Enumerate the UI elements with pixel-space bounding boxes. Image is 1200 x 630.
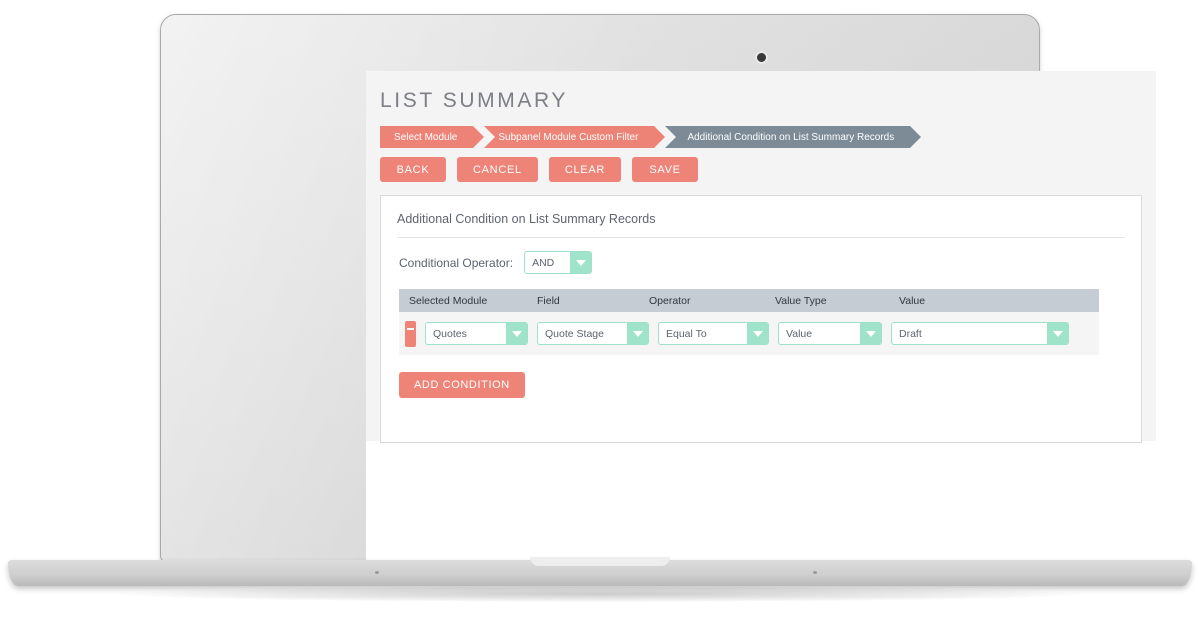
- conditional-operator-label: Conditional Operator:: [399, 255, 514, 270]
- field-value: Quote Stage: [545, 327, 604, 340]
- chevron-down-icon: [1047, 323, 1068, 344]
- laptop-base-notch: [530, 557, 670, 566]
- laptop-drop-shadow: [120, 586, 1080, 602]
- operator-value: Equal To: [666, 327, 707, 340]
- chevron-down-icon: [506, 323, 527, 344]
- column-header-operator: Operator: [649, 294, 691, 307]
- laptop-mockup: LIST SUMMARY Select Module Subpanel Modu…: [0, 0, 1200, 630]
- breadcrumb-step-label: Additional Condition on List Summary Rec…: [687, 131, 895, 143]
- breadcrumb-step-additional-condition[interactable]: Additional Condition on List Summary Rec…: [665, 126, 922, 148]
- remove-condition-button[interactable]: [405, 320, 416, 347]
- breadcrumb-step-label: Select Module: [394, 131, 458, 143]
- breadcrumb: Select Module Subpanel Module Custom Fil…: [380, 126, 1144, 148]
- value-type-value: Value: [786, 327, 813, 340]
- panel-title: Additional Condition on List Summary Rec…: [397, 212, 1125, 238]
- laptop-screen-bezel: LIST SUMMARY Select Module Subpanel Modu…: [160, 14, 1156, 571]
- add-condition-button[interactable]: ADD CONDITION: [399, 372, 525, 398]
- application-window: LIST SUMMARY Select Module Subpanel Modu…: [366, 71, 1156, 443]
- value-value: Draft: [899, 327, 922, 340]
- chevron-down-icon: [860, 323, 881, 344]
- breadcrumb-step-subpanel-module-custom-filter[interactable]: Subpanel Module Custom Filter: [484, 126, 666, 148]
- condition-builder-panel: Additional Condition on List Summary Rec…: [380, 195, 1142, 443]
- screen-viewport: LIST SUMMARY Select Module Subpanel Modu…: [366, 71, 1156, 571]
- value-select[interactable]: Draft: [891, 322, 1069, 345]
- chevron-down-icon: [627, 323, 648, 344]
- column-header-value: Value: [899, 294, 926, 307]
- conditional-operator-select[interactable]: AND: [524, 251, 593, 274]
- value-type-select[interactable]: Value: [778, 322, 882, 345]
- page-title: LIST SUMMARY: [380, 89, 568, 112]
- column-header-selected-module: Selected Module: [409, 294, 488, 307]
- field-select[interactable]: Quote Stage: [537, 322, 649, 345]
- breadcrumb-step-label: Subpanel Module Custom Filter: [498, 131, 639, 143]
- camera-icon: [757, 53, 766, 62]
- selected-module-value: Quotes: [433, 327, 467, 340]
- conditional-operator-row: Conditional Operator: AND: [399, 251, 1127, 274]
- conditional-operator-value: AND: [532, 256, 555, 269]
- operator-select[interactable]: Equal To: [658, 322, 769, 345]
- save-button[interactable]: SAVE: [632, 157, 699, 182]
- back-button[interactable]: BACK: [380, 157, 446, 182]
- chevron-down-icon: [747, 323, 768, 344]
- action-bar: BACK CANCEL CLEAR SAVE: [380, 157, 1144, 182]
- laptop-base-foot-right: [813, 571, 818, 574]
- laptop-base-foot-left: [375, 571, 380, 574]
- clear-button[interactable]: CLEAR: [548, 157, 622, 182]
- conditions-table-header: Selected Module Field Operator Value Typ…: [399, 289, 1099, 312]
- chevron-down-icon: [570, 252, 592, 273]
- breadcrumb-step-select-module[interactable]: Select Module: [380, 126, 485, 148]
- table-row: Quotes Quote Stage Equal To Value Draft: [399, 312, 1099, 355]
- column-header-field: Field: [537, 294, 560, 307]
- cancel-button[interactable]: CANCEL: [457, 157, 538, 182]
- selected-module-select[interactable]: Quotes: [425, 322, 528, 345]
- column-header-value-type: Value Type: [775, 294, 827, 307]
- laptop-base: [8, 557, 1192, 586]
